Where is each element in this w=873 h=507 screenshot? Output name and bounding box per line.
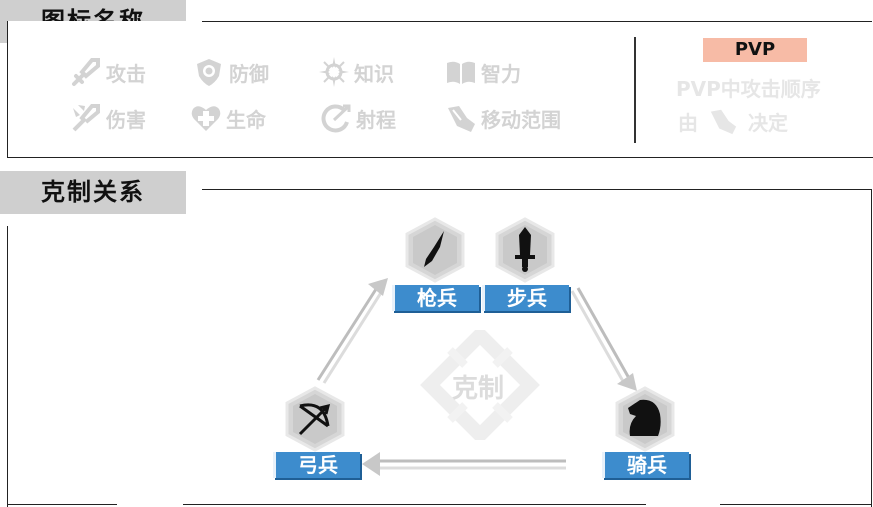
- unit-label-text: 枪兵: [417, 286, 457, 310]
- arrow-cavalry-to-archer: [378, 459, 566, 470]
- arrow-infantry-to-cavalry: [570, 287, 632, 384]
- spear-icon: [405, 217, 465, 283]
- unit-label-spear: 枪兵: [392, 285, 479, 311]
- bow-icon: [285, 386, 345, 452]
- knight-icon: [615, 386, 675, 452]
- arrowhead-cavalry-to-archer-icon: [362, 452, 380, 476]
- arrowhead-archer-to-spear-icon: [368, 278, 388, 296]
- unit-label-cavalry: 骑兵: [602, 452, 689, 478]
- unit-label-text: 步兵: [507, 286, 547, 310]
- arrow-archer-to-spear: [316, 285, 384, 384]
- unit-label-text: 骑兵: [627, 453, 667, 477]
- sword-icon: [495, 217, 555, 283]
- unit-label-archer: 弓兵: [273, 452, 360, 478]
- unit-label-infantry: 步兵: [482, 285, 569, 311]
- unit-label-text: 弓兵: [298, 453, 338, 477]
